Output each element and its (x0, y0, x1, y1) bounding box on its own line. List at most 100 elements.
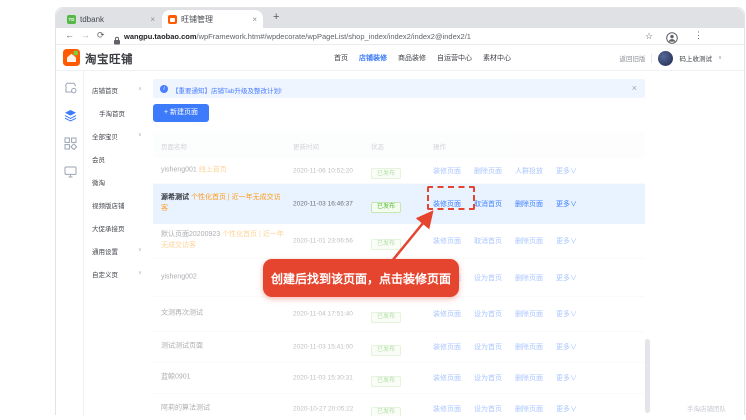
browser-tab-strip: TD tdbank × 旺铺管理 × + (56, 8, 744, 28)
col-page-name: 页面名称 (161, 141, 187, 151)
back-icon[interactable]: ← (65, 30, 74, 40)
forward-icon[interactable]: → (81, 30, 90, 40)
app-logo-text: 淘宝旺铺 (85, 51, 133, 67)
op-set-homepage[interactable]: 设为首页 (474, 342, 502, 352)
update-time: 2020-11-01 23:06:56 (293, 238, 353, 245)
op-delete-page[interactable]: 删除页面 (515, 404, 543, 414)
nav-material-center[interactable]: 素材中心 (483, 53, 511, 63)
op-delete-page[interactable]: 删除页面 (515, 309, 543, 319)
bookmark-star-icon[interactable]: ☆ (645, 31, 653, 42)
op-more[interactable]: 更多∨ (556, 166, 577, 176)
op-cancel-homepage[interactable]: 取消首页 (474, 199, 502, 209)
op-decorate-page[interactable]: 装修页面 (433, 166, 461, 176)
notice-text[interactable]: 【重要通知】店铺Tab升级及整改计划! (172, 85, 282, 95)
url-bar[interactable]: wangpu.taobao.com/wpFramework.htm#/wpdec… (124, 32, 471, 41)
wangpu-app: 淘宝旺铺 首页 店铺装修 商品装修 自运营中心 素材中心 返回旧版 码上收测试 … (56, 45, 744, 416)
sidebar-item-all-items[interactable]: 全部宝贝 (92, 131, 118, 141)
sidebar-item-general-settings[interactable]: 通用设置 (92, 246, 118, 256)
page-tag: 线上首页 (199, 166, 227, 173)
op-decorate-page[interactable]: 装修页面 (433, 404, 461, 414)
chevron-up-icon: ∧ (138, 86, 142, 92)
op-set-homepage[interactable]: 设为首页 (474, 309, 502, 319)
op-more[interactable]: 更多∨ (556, 236, 577, 246)
op-set-homepage[interactable]: 设为首页 (474, 373, 502, 383)
url-path: /wpFramework.htm#/wpdecorate/wpPageList/… (197, 32, 471, 41)
close-tab-icon[interactable]: × (252, 15, 257, 24)
row-operations: 装修页面 取消首页 删除页面 更多∨ (433, 236, 577, 246)
op-delete-page[interactable]: 删除页面 (515, 199, 543, 209)
sidebar-item-shop-home[interactable]: 店铺首页 (92, 85, 118, 95)
op-decorate-page[interactable]: 装修页面 (433, 373, 461, 383)
sidebar-item-weitao[interactable]: 微淘 (92, 177, 105, 187)
divider (651, 54, 652, 63)
account-avatar[interactable] (658, 51, 673, 66)
row-operations: 装修页面 设为首页 删除页面 更多∨ (433, 309, 577, 319)
reload-icon[interactable]: ⟳ (97, 30, 105, 41)
close-icon[interactable]: × (632, 83, 637, 93)
sidebar-item-video-shop[interactable]: 视频版店铺 (92, 200, 125, 210)
update-time: 2020-10-27 20:05:22 (293, 406, 353, 413)
shop-settings-icon[interactable] (64, 81, 77, 99)
op-more[interactable]: 更多∨ (556, 273, 577, 283)
op-delete-page[interactable]: 删除页面 (515, 342, 543, 352)
chevron-down-icon: ∨ (138, 270, 142, 276)
browser-toolbar: ← → ⟳ wangpu.taobao.com/wpFramework.htm#… (56, 28, 744, 45)
op-delete-page[interactable]: 删除页面 (515, 273, 543, 283)
op-more[interactable]: 更多∨ (556, 342, 577, 352)
page-name: 测试测试页面 (161, 342, 287, 353)
op-more[interactable]: 更多∨ (556, 373, 577, 383)
update-time: 2020-11-04 17:51:40 (293, 311, 353, 318)
tab-tdbank[interactable]: TD tdbank × (61, 11, 161, 28)
op-delete-page[interactable]: 删除页面 (515, 373, 543, 383)
sidebar-item-members[interactable]: 会员 (92, 154, 105, 164)
browser-menu-icon[interactable]: ⋮ (694, 30, 703, 41)
row-operations: 装修页面 设为首页 删除页面 更多∨ (433, 404, 577, 414)
chevron-down-icon: ∨ (138, 247, 142, 253)
monitor-icon[interactable] (64, 165, 77, 183)
op-decorate-page[interactable]: 装修页面 (433, 342, 461, 352)
op-set-homepage[interactable]: 设为首页 (474, 273, 502, 283)
layers-icon-active[interactable] (64, 109, 77, 127)
table-scrollbar-thumb[interactable] (645, 339, 650, 413)
status-badge: 已发布 (371, 345, 401, 356)
wangpu-favicon-icon (168, 15, 177, 24)
close-tab-icon[interactable]: × (150, 15, 155, 24)
page-name: 蓝鲸0901 (161, 373, 287, 384)
update-time: 2020-11-06 10:52:20 (293, 167, 353, 174)
nav-self-operation-center[interactable]: 自运营中心 (437, 53, 472, 63)
browser-window: TD tdbank × 旺铺管理 × + ← → ⟳ wangpu.taobao… (55, 7, 745, 415)
new-tab-button[interactable]: + (273, 11, 279, 23)
update-time: 2020-11-03 16:46:37 (293, 201, 353, 208)
update-time: 2020-11-03 15:30:31 (293, 375, 353, 382)
op-set-homepage[interactable]: 设为首页 (474, 404, 502, 414)
new-page-button[interactable]: + 新建页面 (153, 104, 209, 122)
op-decorate-page[interactable]: 装修页面 (433, 309, 461, 319)
tutorial-tooltip: 创建后找到该页面，点击装修页面 (263, 259, 459, 297)
op-delete-page[interactable]: 删除页面 (474, 166, 502, 176)
op-delete-page[interactable]: 删除页面 (515, 236, 543, 246)
account-name[interactable]: 码上收测试 (679, 53, 712, 63)
url-domain: wangpu.taobao.com (124, 32, 197, 41)
tab-wangpu-manage[interactable]: 旺铺管理 × (162, 10, 263, 28)
op-more[interactable]: 更多∨ (556, 199, 577, 209)
op-audience-targeting[interactable]: 人群投放 (515, 166, 543, 176)
sidebar-item-promo-landing[interactable]: 大促承接页 (92, 223, 125, 233)
nav-shop-decorate[interactable]: 店铺装修 (359, 53, 387, 63)
sidebar-item-mobile-taobao-home[interactable]: 手淘首页 (99, 108, 125, 118)
sidebar-menu: 店铺首页 ∧ 手淘首页 全部宝贝 ∨ 会员 微淘 视频版店铺 大促承接页 通用设… (84, 71, 150, 416)
table-row: 阿莉的算法测试 2020-10-27 20:05:22 已发布 装修页面 设为首… (153, 394, 645, 416)
status-badge: 已发布 (371, 376, 401, 387)
sidebar-item-custom-pages[interactable]: 自定义页 (92, 269, 118, 279)
nav-home[interactable]: 首页 (334, 53, 348, 63)
op-more[interactable]: 更多∨ (556, 404, 577, 414)
table-row: 蓝鲸0901 2020-11-03 15:30:31 已发布 装修页面 设为首页… (153, 363, 645, 394)
watermark-text: 手淘店铺团队 (687, 403, 726, 413)
template-grid-icon[interactable] (64, 137, 77, 155)
op-cancel-homepage[interactable]: 取消首页 (474, 236, 502, 246)
notice-banner: i 【重要通知】店铺Tab升级及整改计划! × (153, 79, 645, 98)
nav-item-decorate[interactable]: 商品装修 (398, 53, 426, 63)
op-more[interactable]: 更多∨ (556, 309, 577, 319)
chevron-down-icon: ∨ (138, 132, 142, 138)
tab-title: tdbank (80, 15, 104, 24)
back-to-old-version-link[interactable]: 返回旧版 (619, 53, 645, 63)
